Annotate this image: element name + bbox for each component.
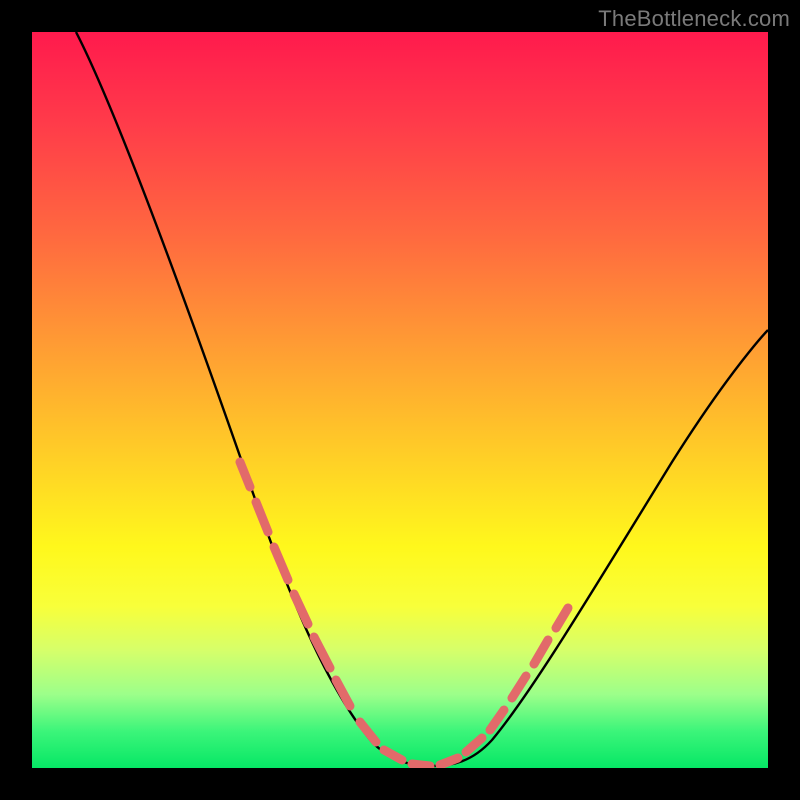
plot-area (32, 32, 768, 768)
watermark-text: TheBottleneck.com (598, 6, 790, 32)
plot-svg (32, 32, 768, 768)
right-markers (490, 608, 568, 730)
left-markers (240, 462, 350, 706)
chart-frame: TheBottleneck.com (0, 0, 800, 800)
curve-line (76, 32, 768, 766)
